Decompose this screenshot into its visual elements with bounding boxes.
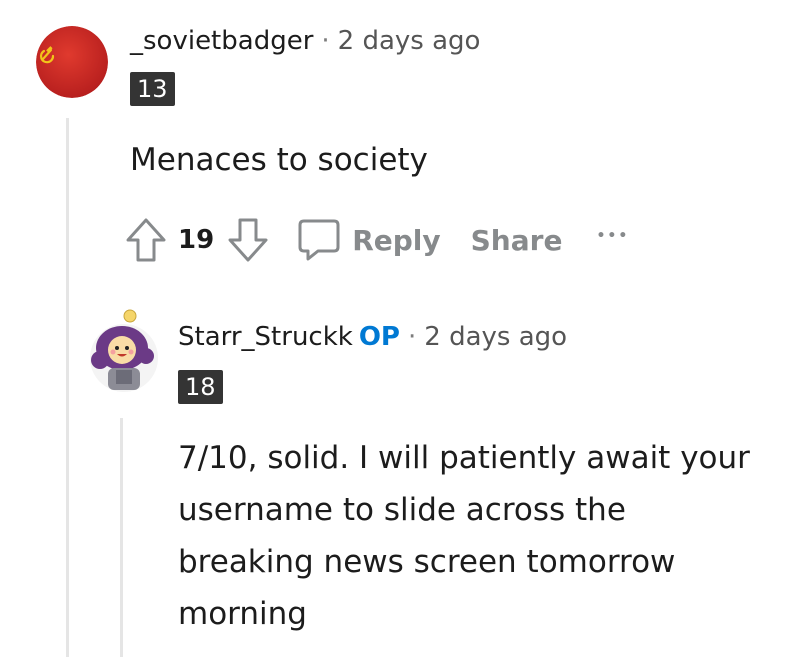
- comment-actions: 19 Reply Share •••: [124, 212, 629, 268]
- vote-count: 19: [178, 225, 215, 255]
- op-badge: OP: [358, 322, 400, 352]
- hammer-sickle-avatar-icon: [36, 26, 108, 98]
- upvote-icon: [126, 218, 166, 262]
- meta-separator: ·: [408, 322, 417, 352]
- comment-line: username to slide across the: [178, 492, 626, 528]
- comment-1-meta: _sovietbadger · 2 days ago: [130, 24, 480, 58]
- more-options-button[interactable]: •••: [596, 228, 629, 244]
- comment-line: 7/10, solid. I will patiently await your: [178, 440, 750, 476]
- avatar-starr-struckk[interactable]: [86, 304, 160, 394]
- reply-button[interactable]: Reply: [296, 217, 462, 263]
- comment-text: Menaces to society: [130, 142, 428, 178]
- comment-line: breaking news screen tomorrow: [178, 544, 676, 580]
- downvote-button[interactable]: [226, 216, 270, 264]
- downvote-icon: [228, 218, 268, 262]
- timestamp[interactable]: 2 days ago: [424, 322, 567, 352]
- comment-body: Menaces to society: [130, 134, 428, 186]
- thread-line-nested[interactable]: [120, 418, 123, 657]
- timestamp[interactable]: 2 days ago: [338, 26, 481, 56]
- upvote-button[interactable]: [124, 216, 168, 264]
- avatar-sovietbadger[interactable]: [36, 26, 108, 98]
- comment-line: morning: [178, 596, 307, 632]
- user-flair: 13: [130, 72, 175, 106]
- meta-separator: ·: [321, 26, 330, 56]
- reply-label: Reply: [352, 223, 441, 257]
- comment-body: 7/10, solid. I will patiently await your…: [178, 432, 750, 640]
- thread-line-primary[interactable]: [66, 118, 69, 657]
- share-button[interactable]: Share: [471, 224, 563, 257]
- username-link[interactable]: _sovietbadger: [130, 26, 313, 56]
- user-flair: 18: [178, 370, 223, 404]
- username-link[interactable]: Starr_Struckk: [178, 322, 353, 352]
- cartoon-avatar-icon: [90, 309, 158, 392]
- comment-2-meta: Starr_Struckk OP · 2 days ago: [178, 320, 567, 354]
- comment-bubble-icon: [298, 219, 340, 261]
